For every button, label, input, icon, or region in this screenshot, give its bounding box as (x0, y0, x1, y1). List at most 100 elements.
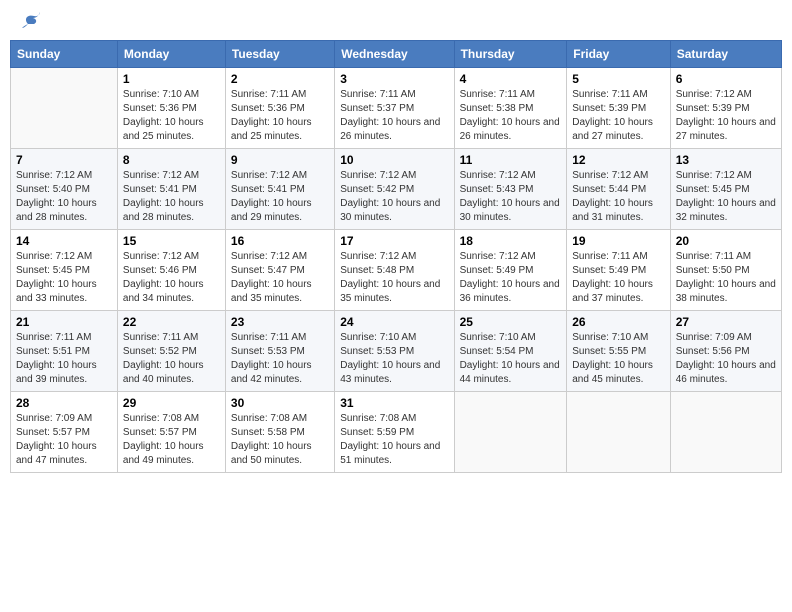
day-info: Sunrise: 7:11 AMSunset: 5:50 PMDaylight:… (676, 250, 776, 306)
day-number: 19 (572, 234, 664, 248)
page-header (10, 10, 782, 32)
calendar-cell: 4 Sunrise: 7:11 AMSunset: 5:38 PMDaylight… (454, 68, 567, 149)
calendar-cell: 24 Sunrise: 7:10 AMSunset: 5:53 PMDayligh… (335, 311, 454, 392)
logo (18, 14, 42, 28)
day-info: Sunrise: 7:11 AMSunset: 5:38 PMDaylight:… (460, 88, 562, 144)
calendar-cell: 3 Sunrise: 7:11 AMSunset: 5:37 PMDaylight… (335, 68, 454, 149)
day-info: Sunrise: 7:12 AMSunset: 5:39 PMDaylight:… (676, 88, 776, 144)
day-info: Sunrise: 7:12 AMSunset: 5:49 PMDaylight:… (460, 250, 562, 306)
calendar-cell: 31 Sunrise: 7:08 AMSunset: 5:59 PMDayligh… (335, 392, 454, 473)
calendar-cell (11, 68, 118, 149)
calendar-cell: 23 Sunrise: 7:11 AMSunset: 5:53 PMDayligh… (225, 311, 334, 392)
calendar-cell: 16 Sunrise: 7:12 AMSunset: 5:47 PMDayligh… (225, 230, 334, 311)
day-number: 15 (123, 234, 220, 248)
calendar-cell: 10 Sunrise: 7:12 AMSunset: 5:42 PMDayligh… (335, 149, 454, 230)
day-number: 26 (572, 315, 664, 329)
day-number: 5 (572, 72, 664, 86)
calendar-cell: 9 Sunrise: 7:12 AMSunset: 5:41 PMDaylight… (225, 149, 334, 230)
day-info: Sunrise: 7:08 AMSunset: 5:57 PMDaylight:… (123, 412, 220, 468)
day-info: Sunrise: 7:09 AMSunset: 5:56 PMDaylight:… (676, 331, 776, 387)
calendar-table: SundayMondayTuesdayWednesdayThursdayFrid… (10, 40, 782, 473)
day-info: Sunrise: 7:11 AMSunset: 5:39 PMDaylight:… (572, 88, 664, 144)
calendar-cell (670, 392, 781, 473)
day-info: Sunrise: 7:10 AMSunset: 5:55 PMDaylight:… (572, 331, 664, 387)
day-info: Sunrise: 7:11 AMSunset: 5:52 PMDaylight:… (123, 331, 220, 387)
week-row-1: 7 Sunrise: 7:12 AMSunset: 5:40 PMDaylight… (11, 149, 782, 230)
day-info: Sunrise: 7:12 AMSunset: 5:41 PMDaylight:… (231, 169, 329, 225)
week-row-3: 21 Sunrise: 7:11 AMSunset: 5:51 PMDayligh… (11, 311, 782, 392)
calendar-cell: 27 Sunrise: 7:09 AMSunset: 5:56 PMDayligh… (670, 311, 781, 392)
day-number: 1 (123, 72, 220, 86)
calendar-cell: 30 Sunrise: 7:08 AMSunset: 5:58 PMDayligh… (225, 392, 334, 473)
day-number: 12 (572, 153, 664, 167)
col-header-monday: Monday (117, 41, 225, 68)
col-header-thursday: Thursday (454, 41, 567, 68)
day-info: Sunrise: 7:10 AMSunset: 5:36 PMDaylight:… (123, 88, 220, 144)
day-number: 6 (676, 72, 776, 86)
day-number: 27 (676, 315, 776, 329)
day-number: 16 (231, 234, 329, 248)
day-number: 20 (676, 234, 776, 248)
calendar-cell: 14 Sunrise: 7:12 AMSunset: 5:45 PMDayligh… (11, 230, 118, 311)
calendar-cell: 2 Sunrise: 7:11 AMSunset: 5:36 PMDaylight… (225, 68, 334, 149)
day-number: 23 (231, 315, 329, 329)
calendar-cell: 5 Sunrise: 7:11 AMSunset: 5:39 PMDaylight… (567, 68, 670, 149)
col-header-sunday: Sunday (11, 41, 118, 68)
day-info: Sunrise: 7:11 AMSunset: 5:36 PMDaylight:… (231, 88, 329, 144)
day-number: 2 (231, 72, 329, 86)
calendar-cell: 15 Sunrise: 7:12 AMSunset: 5:46 PMDayligh… (117, 230, 225, 311)
calendar-cell: 1 Sunrise: 7:10 AMSunset: 5:36 PMDaylight… (117, 68, 225, 149)
day-number: 3 (340, 72, 448, 86)
calendar-cell: 25 Sunrise: 7:10 AMSunset: 5:54 PMDayligh… (454, 311, 567, 392)
calendar-cell (454, 392, 567, 473)
calendar-cell: 19 Sunrise: 7:11 AMSunset: 5:49 PMDayligh… (567, 230, 670, 311)
col-header-saturday: Saturday (670, 41, 781, 68)
day-number: 8 (123, 153, 220, 167)
day-info: Sunrise: 7:12 AMSunset: 5:45 PMDaylight:… (16, 250, 112, 306)
day-info: Sunrise: 7:12 AMSunset: 5:46 PMDaylight:… (123, 250, 220, 306)
day-number: 30 (231, 396, 329, 410)
day-number: 9 (231, 153, 329, 167)
calendar-cell: 17 Sunrise: 7:12 AMSunset: 5:48 PMDayligh… (335, 230, 454, 311)
day-number: 21 (16, 315, 112, 329)
day-info: Sunrise: 7:10 AMSunset: 5:53 PMDaylight:… (340, 331, 448, 387)
calendar-cell: 13 Sunrise: 7:12 AMSunset: 5:45 PMDayligh… (670, 149, 781, 230)
day-number: 4 (460, 72, 562, 86)
day-info: Sunrise: 7:12 AMSunset: 5:47 PMDaylight:… (231, 250, 329, 306)
day-number: 29 (123, 396, 220, 410)
day-number: 31 (340, 396, 448, 410)
day-number: 10 (340, 153, 448, 167)
calendar-cell: 21 Sunrise: 7:11 AMSunset: 5:51 PMDayligh… (11, 311, 118, 392)
day-info: Sunrise: 7:12 AMSunset: 5:44 PMDaylight:… (572, 169, 664, 225)
day-info: Sunrise: 7:11 AMSunset: 5:37 PMDaylight:… (340, 88, 448, 144)
day-number: 25 (460, 315, 562, 329)
day-number: 7 (16, 153, 112, 167)
calendar-cell: 22 Sunrise: 7:11 AMSunset: 5:52 PMDayligh… (117, 311, 225, 392)
week-row-4: 28 Sunrise: 7:09 AMSunset: 5:57 PMDayligh… (11, 392, 782, 473)
day-number: 22 (123, 315, 220, 329)
day-info: Sunrise: 7:09 AMSunset: 5:57 PMDaylight:… (16, 412, 112, 468)
day-info: Sunrise: 7:11 AMSunset: 5:49 PMDaylight:… (572, 250, 664, 306)
calendar-cell: 7 Sunrise: 7:12 AMSunset: 5:40 PMDaylight… (11, 149, 118, 230)
col-header-tuesday: Tuesday (225, 41, 334, 68)
day-number: 28 (16, 396, 112, 410)
day-info: Sunrise: 7:11 AMSunset: 5:53 PMDaylight:… (231, 331, 329, 387)
day-info: Sunrise: 7:10 AMSunset: 5:54 PMDaylight:… (460, 331, 562, 387)
day-number: 24 (340, 315, 448, 329)
day-info: Sunrise: 7:12 AMSunset: 5:45 PMDaylight:… (676, 169, 776, 225)
week-row-0: 1 Sunrise: 7:10 AMSunset: 5:36 PMDaylight… (11, 68, 782, 149)
day-info: Sunrise: 7:11 AMSunset: 5:51 PMDaylight:… (16, 331, 112, 387)
day-info: Sunrise: 7:12 AMSunset: 5:48 PMDaylight:… (340, 250, 448, 306)
calendar-cell: 26 Sunrise: 7:10 AMSunset: 5:55 PMDayligh… (567, 311, 670, 392)
calendar-cell: 29 Sunrise: 7:08 AMSunset: 5:57 PMDayligh… (117, 392, 225, 473)
day-number: 18 (460, 234, 562, 248)
calendar-cell: 8 Sunrise: 7:12 AMSunset: 5:41 PMDaylight… (117, 149, 225, 230)
day-info: Sunrise: 7:08 AMSunset: 5:58 PMDaylight:… (231, 412, 329, 468)
day-number: 17 (340, 234, 448, 248)
day-number: 13 (676, 153, 776, 167)
day-info: Sunrise: 7:12 AMSunset: 5:42 PMDaylight:… (340, 169, 448, 225)
day-number: 14 (16, 234, 112, 248)
day-info: Sunrise: 7:12 AMSunset: 5:41 PMDaylight:… (123, 169, 220, 225)
day-info: Sunrise: 7:12 AMSunset: 5:40 PMDaylight:… (16, 169, 112, 225)
day-info: Sunrise: 7:08 AMSunset: 5:59 PMDaylight:… (340, 412, 448, 468)
